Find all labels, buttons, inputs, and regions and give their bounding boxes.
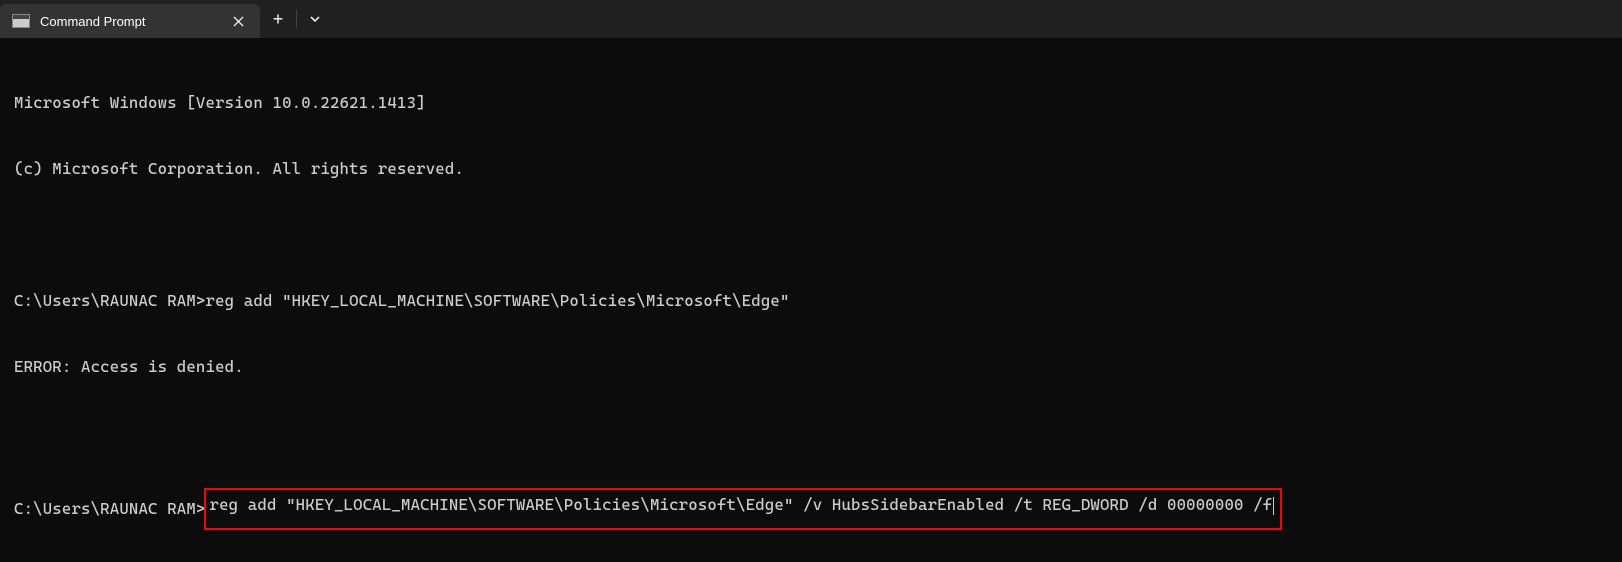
- titlebar: Command Prompt +: [0, 0, 1622, 38]
- tab-dropdown-button[interactable]: [297, 0, 333, 38]
- prompt: C:\Users\RAUNAC RAM>: [14, 498, 206, 520]
- error-line: ERROR: Access is denied.: [14, 356, 1608, 378]
- terminal-area[interactable]: Microsoft Windows [Version 10.0.22621.14…: [0, 38, 1622, 562]
- version-line: Microsoft Windows [Version 10.0.22621.14…: [14, 92, 1608, 114]
- new-tab-button[interactable]: +: [260, 0, 296, 38]
- command-text: reg add "HKEY_LOCAL_MACHINE\SOFTWARE\Pol…: [206, 291, 790, 310]
- command-line-2: C:\Users\RAUNAC RAM>reg add "HKEY_LOCAL_…: [14, 488, 1608, 530]
- blank-line: [14, 224, 1608, 246]
- tab-command-prompt[interactable]: Command Prompt: [0, 4, 260, 38]
- text-cursor: [1273, 497, 1274, 515]
- command-line-1: C:\Users\RAUNAC RAM>reg add "HKEY_LOCAL_…: [14, 290, 1608, 312]
- blank-line: [14, 422, 1608, 444]
- command-text: reg add "HKEY_LOCAL_MACHINE\SOFTWARE\Pol…: [210, 495, 1273, 514]
- tab-title: Command Prompt: [40, 14, 218, 29]
- cmd-icon: [12, 14, 30, 28]
- close-icon[interactable]: [228, 11, 248, 31]
- highlighted-command: reg add "HKEY_LOCAL_MACHINE\SOFTWARE\Pol…: [204, 488, 1283, 530]
- copyright-line: (c) Microsoft Corporation. All rights re…: [14, 158, 1608, 180]
- prompt: C:\Users\RAUNAC RAM>: [14, 291, 206, 310]
